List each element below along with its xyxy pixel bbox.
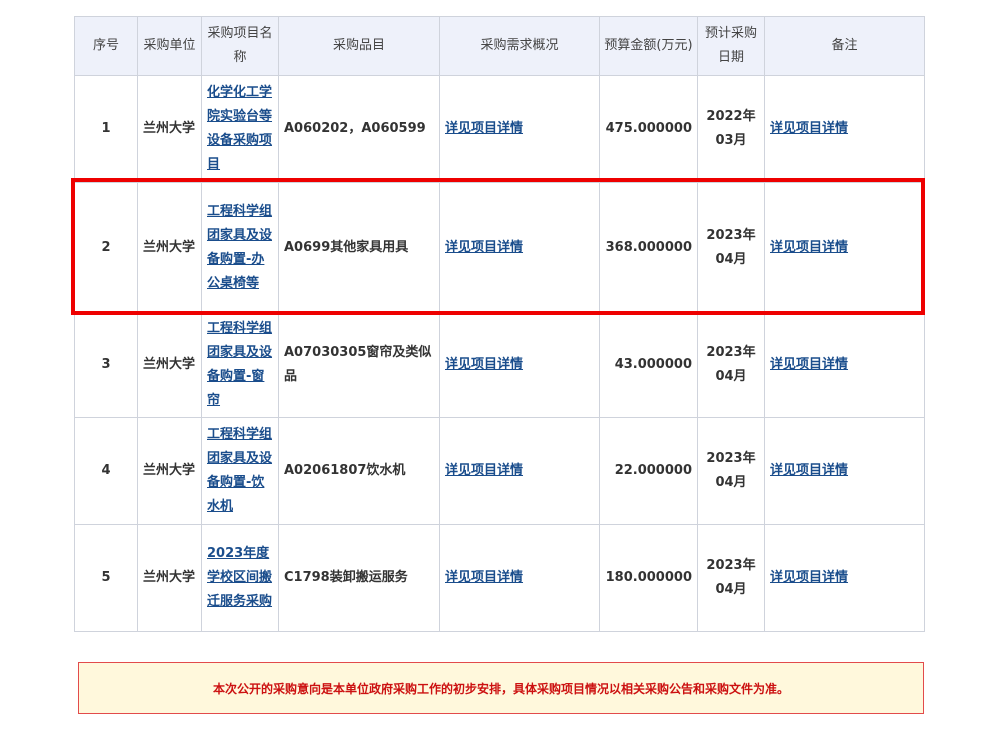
row-budget: 475.000000 (599, 75, 698, 183)
header-budget: 预算金额(万元) (599, 16, 698, 76)
project-link[interactable]: 2023年度学校区间搬迁服务采购 (207, 546, 272, 609)
table-row: 1 兰州大学 化学化工学院实验台等设备采购项目 A060202，A060599 … (74, 75, 925, 183)
row-remark-cell: 详见项目详情 (764, 524, 925, 632)
table-header-row: 序号 采购单位 采购项目名称 采购品目 采购需求概况 预算金额(万元) 预计采购… (74, 16, 925, 76)
demand-details-link[interactable]: 详见项目详情 (445, 463, 523, 478)
row-date: 2023年04月 (697, 417, 765, 525)
row-index: 1 (74, 75, 138, 183)
row-project-cell: 化学化工学院实验台等设备采购项目 (201, 75, 279, 183)
row-budget: 43.000000 (599, 312, 698, 418)
project-link[interactable]: 化学化工学院实验台等设备采购项目 (207, 85, 272, 172)
row-item: A060202，A060599 (278, 75, 440, 183)
row-unit: 兰州大学 (137, 182, 202, 313)
row-date: 2022年03月 (697, 75, 765, 183)
row-item: A07030305窗帘及类似品 (278, 312, 440, 418)
row-demand-cell: 详见项目详情 (439, 182, 600, 313)
row-index: 2 (74, 182, 138, 313)
row-item: A0699其他家具用具 (278, 182, 440, 313)
row-remark-cell: 详见项目详情 (764, 417, 925, 525)
row-date: 2023年04月 (697, 524, 765, 632)
header-remark: 备注 (764, 16, 925, 76)
row-demand-cell: 详见项目详情 (439, 75, 600, 183)
row-unit: 兰州大学 (137, 75, 202, 183)
header-date: 预计采购日期 (697, 16, 765, 76)
header-demand: 采购需求概况 (439, 16, 600, 76)
row-remark-cell: 详见项目详情 (764, 312, 925, 418)
demand-details-link[interactable]: 详见项目详情 (445, 240, 523, 255)
row-item: C1798装卸搬运服务 (278, 524, 440, 632)
row-demand-cell: 详见项目详情 (439, 312, 600, 418)
row-index: 4 (74, 417, 138, 525)
row-item: A02061807饮水机 (278, 417, 440, 525)
header-project: 采购项目名称 (201, 16, 279, 76)
row-demand-cell: 详见项目详情 (439, 524, 600, 632)
row-budget: 180.000000 (599, 524, 698, 632)
remark-details-link[interactable]: 详见项目详情 (770, 121, 848, 136)
header-index: 序号 (74, 16, 138, 76)
project-link[interactable]: 工程科学组团家具及设备购置-办公桌椅等 (207, 204, 272, 291)
row-index: 5 (74, 524, 138, 632)
row-index: 3 (74, 312, 138, 418)
row-date: 2023年04月 (697, 312, 765, 418)
row-project-cell: 2023年度学校区间搬迁服务采购 (201, 524, 279, 632)
demand-details-link[interactable]: 详见项目详情 (445, 570, 523, 585)
remark-details-link[interactable]: 详见项目详情 (770, 463, 848, 478)
remark-details-link[interactable]: 详见项目详情 (770, 240, 848, 255)
table-row: 5 兰州大学 2023年度学校区间搬迁服务采购 C1798装卸搬运服务 详见项目… (74, 524, 925, 632)
header-unit: 采购单位 (137, 16, 202, 76)
project-link[interactable]: 工程科学组团家具及设备购置-窗帘 (207, 321, 272, 408)
demand-details-link[interactable]: 详见项目详情 (445, 121, 523, 136)
header-item: 采购品目 (278, 16, 440, 76)
row-unit: 兰州大学 (137, 417, 202, 525)
table-row: 4 兰州大学 工程科学组团家具及设备购置-饮水机 A02061807饮水机 详见… (74, 417, 925, 525)
notice-banner: 本次公开的采购意向是本单位政府采购工作的初步安排，具体采购项目情况以相关采购公告… (78, 662, 924, 714)
row-budget: 368.000000 (599, 182, 698, 313)
row-demand-cell: 详见项目详情 (439, 417, 600, 525)
row-remark-cell: 详见项目详情 (764, 75, 925, 183)
remark-details-link[interactable]: 详见项目详情 (770, 357, 848, 372)
row-budget: 22.000000 (599, 417, 698, 525)
row-unit: 兰州大学 (137, 312, 202, 418)
row-date: 2023年04月 (697, 182, 765, 313)
row-project-cell: 工程科学组团家具及设备购置-办公桌椅等 (201, 182, 279, 313)
demand-details-link[interactable]: 详见项目详情 (445, 357, 523, 372)
project-link[interactable]: 工程科学组团家具及设备购置-饮水机 (207, 427, 272, 514)
row-remark-cell: 详见项目详情 (764, 182, 925, 313)
remark-details-link[interactable]: 详见项目详情 (770, 570, 848, 585)
table-row: 3 兰州大学 工程科学组团家具及设备购置-窗帘 A07030305窗帘及类似品 … (74, 312, 925, 418)
row-unit: 兰州大学 (137, 524, 202, 632)
row-project-cell: 工程科学组团家具及设备购置-窗帘 (201, 312, 279, 418)
table-row: 2 兰州大学 工程科学组团家具及设备购置-办公桌椅等 A0699其他家具用具 详… (74, 182, 925, 313)
row-project-cell: 工程科学组团家具及设备购置-饮水机 (201, 417, 279, 525)
procurement-table: 序号 采购单位 采购项目名称 采购品目 采购需求概况 预算金额(万元) 预计采购… (74, 16, 925, 632)
